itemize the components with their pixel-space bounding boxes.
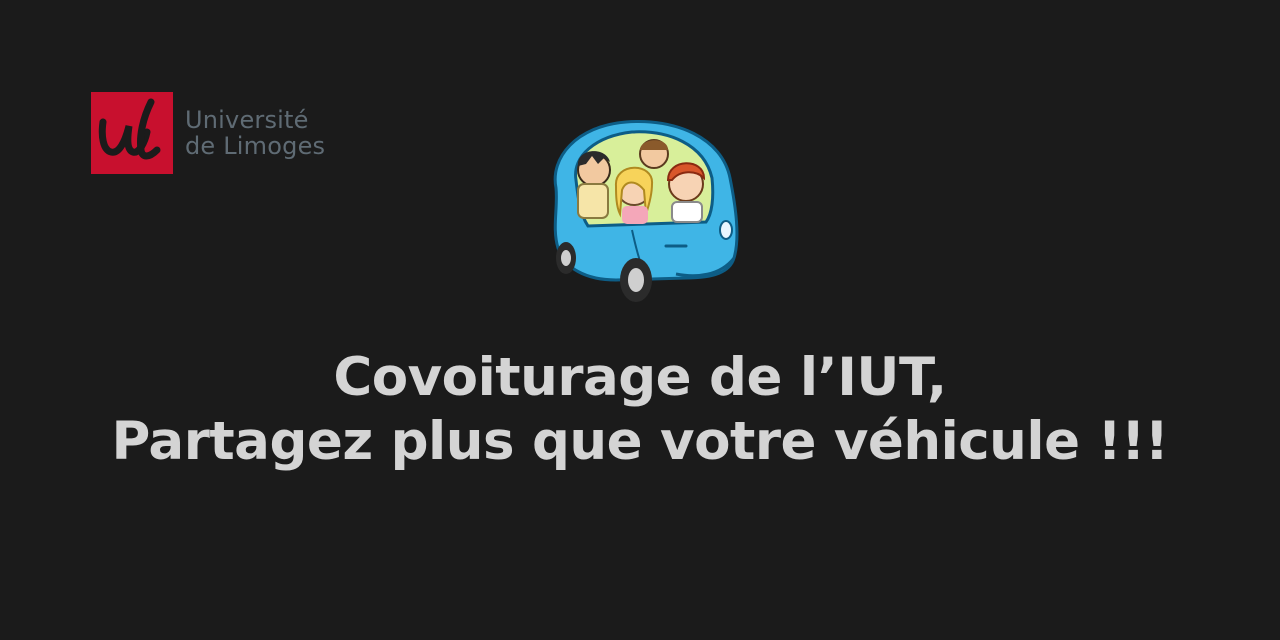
logo-line-2: de Limoges — [185, 132, 326, 160]
logo-line-1: Université — [185, 106, 309, 134]
slide: Université de Limoges Covoiturage de l’I… — [0, 0, 1280, 640]
headline: Covoiturage de l’IUT, Partagez plus que … — [0, 346, 1280, 474]
ul-logo-mark-icon — [91, 92, 173, 174]
headline-line-1: Covoiturage de l’IUT, — [333, 347, 947, 408]
logo-wordmark: Université de Limoges — [185, 107, 325, 159]
headline-line-2: Partagez plus que votre véhicule !!! — [111, 411, 1169, 472]
universite-de-limoges-logo: Université de Limoges — [91, 92, 325, 174]
carpool-car-illustration-icon — [553, 119, 739, 302]
